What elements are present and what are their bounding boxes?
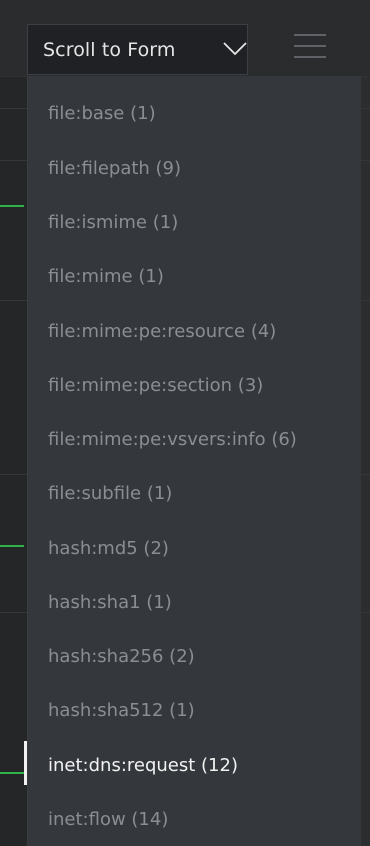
dropdown-item-file-base[interactable]: file:base (1) (28, 88, 362, 138)
hamburger-menu-icon[interactable] (294, 34, 326, 59)
scroll-to-form-dropdown: file:base (1) file:filepath (9) file:ism… (27, 76, 361, 846)
dropdown-item-hash-sha512[interactable]: hash:sha512 (1) (28, 685, 362, 735)
dropdown-item-file-ismime[interactable]: file:ismime (1) (28, 197, 362, 247)
scroll-to-form-label: Scroll to Form (43, 38, 176, 61)
chevron-down-icon (223, 42, 247, 56)
hamburger-line (294, 34, 326, 36)
dropdown-item-file-filepath[interactable]: file:filepath (9) (28, 143, 362, 193)
dropdown-item-label: hash:sha1 (1) (48, 591, 172, 613)
background-status-marker (0, 545, 24, 547)
dropdown-item-file-subfile[interactable]: file:subfile (1) (28, 468, 362, 518)
dropdown-item-label: inet:flow (14) (48, 808, 169, 830)
dropdown-item-inet-flow[interactable]: inet:flow (14) (28, 794, 362, 844)
background-status-marker (0, 205, 24, 207)
dropdown-item-label: hash:md5 (2) (48, 537, 169, 559)
dropdown-item-label: file:mime:pe:resource (4) (48, 320, 277, 342)
dropdown-item-hash-sha1[interactable]: hash:sha1 (1) (28, 577, 362, 627)
dropdown-item-label: file:mime:pe:section (3) (48, 374, 264, 396)
hamburger-line (294, 56, 326, 58)
dropdown-item-label: file:subfile (1) (48, 482, 173, 504)
dropdown-item-file-mime[interactable]: file:mime (1) (28, 251, 362, 301)
dropdown-item-label: file:mime:pe:vsvers:info (6) (48, 428, 297, 450)
dropdown-item-file-mime-pe-section[interactable]: file:mime:pe:section (3) (28, 360, 362, 410)
dropdown-item-label: hash:sha512 (1) (48, 699, 195, 721)
background-status-marker (0, 772, 24, 774)
page: Scroll to Form file:base (1) file:filepa… (0, 0, 370, 846)
dropdown-item-inet-dns-request[interactable]: inet:dns:request (12) (28, 740, 362, 790)
dropdown-item-label: file:mime (1) (48, 265, 164, 287)
dropdown-item-hash-sha256[interactable]: hash:sha256 (2) (28, 631, 362, 681)
active-item-indicator (24, 741, 27, 785)
dropdown-item-file-mime-pe-vsvers-info[interactable]: file:mime:pe:vsvers:info (6) (28, 414, 362, 464)
dropdown-item-hash-md5[interactable]: hash:md5 (2) (28, 523, 362, 573)
background-left-strip (0, 0, 28, 846)
top-bar: Scroll to Form (0, 0, 370, 77)
dropdown-item-file-mime-pe-resource[interactable]: file:mime:pe:resource (4) (28, 306, 362, 356)
dropdown-item-label: file:base (1) (48, 102, 156, 124)
dropdown-item-label: file:ismime (1) (48, 211, 179, 233)
dropdown-item-label: inet:dns:request (12) (48, 754, 238, 776)
dropdown-item-label: file:filepath (9) (48, 157, 182, 179)
scroll-to-form-button[interactable]: Scroll to Form (27, 24, 248, 75)
dropdown-item-label: hash:sha256 (2) (48, 645, 195, 667)
hamburger-line (294, 45, 326, 47)
